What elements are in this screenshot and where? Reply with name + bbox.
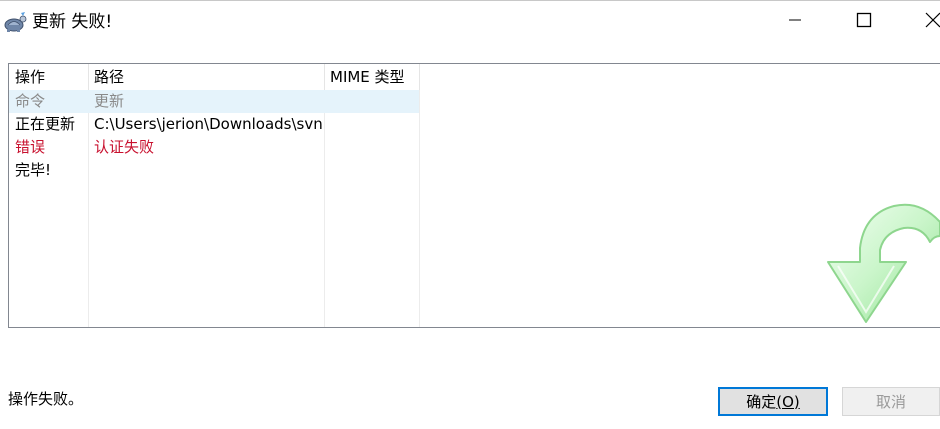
column-header-path[interactable]: 路径 — [88, 64, 324, 90]
list-row[interactable]: 错误 认证失败 — [9, 136, 419, 159]
row-path: C:\Users\jerion\Downloads\svn — [94, 115, 323, 133]
cancel-button-label: 取消 — [875, 393, 906, 411]
cancel-button[interactable]: 取消 — [842, 387, 940, 416]
maximize-button[interactable] — [841, 0, 887, 44]
column-header-mime[interactable]: MIME 类型 — [324, 64, 419, 90]
list-row[interactable]: 命令 更新 — [9, 90, 419, 113]
list-row[interactable]: 正在更新 C:\Users\jerion\Downloads\svn — [9, 113, 419, 136]
ok-button[interactable]: 确定 (O) — [718, 387, 828, 416]
row-mime — [324, 136, 419, 159]
minimize-button[interactable] — [772, 0, 818, 44]
row-mime — [324, 90, 419, 113]
tortoise-icon — [3, 10, 27, 34]
maximize-icon — [856, 12, 872, 32]
column-header-action[interactable]: 操作 — [9, 64, 88, 90]
header-separator[interactable] — [419, 64, 420, 90]
ok-button-mnemonic: (O) — [776, 392, 800, 411]
header-separator[interactable] — [324, 64, 325, 90]
list-header: 操作 路径 MIME 类型 — [9, 64, 940, 90]
row-mime — [324, 113, 419, 136]
update-failed-dialog: 更新 失败! 操作 路径 MIME 类型 命令 更新 正在更新 C:\Users… — [0, 0, 940, 429]
close-icon — [908, 12, 940, 32]
results-list[interactable]: 操作 路径 MIME 类型 命令 更新 正在更新 C:\Users\jerion… — [8, 63, 940, 328]
status-message: 操作失败。 — [8, 390, 84, 408]
close-button[interactable] — [908, 0, 940, 44]
row-path — [88, 159, 324, 182]
update-arrow-icon — [824, 200, 940, 328]
row-action: 正在更新 — [15, 115, 76, 133]
row-action: 完毕! — [15, 161, 52, 179]
header-separator[interactable] — [88, 64, 89, 90]
window-title: 更新 失败! — [32, 12, 113, 32]
ok-button-label: 确定 — [746, 393, 777, 411]
list-row[interactable]: 完毕! — [9, 159, 419, 182]
row-action: 命令 — [15, 92, 46, 110]
minimize-icon — [788, 13, 802, 31]
row-mime — [324, 159, 419, 182]
row-action: 错误 — [15, 138, 46, 156]
row-path: 更新 — [94, 92, 125, 110]
title-bar[interactable]: 更新 失败! — [0, 0, 940, 44]
row-path: 认证失败 — [94, 138, 155, 156]
column-divider — [419, 64, 420, 327]
